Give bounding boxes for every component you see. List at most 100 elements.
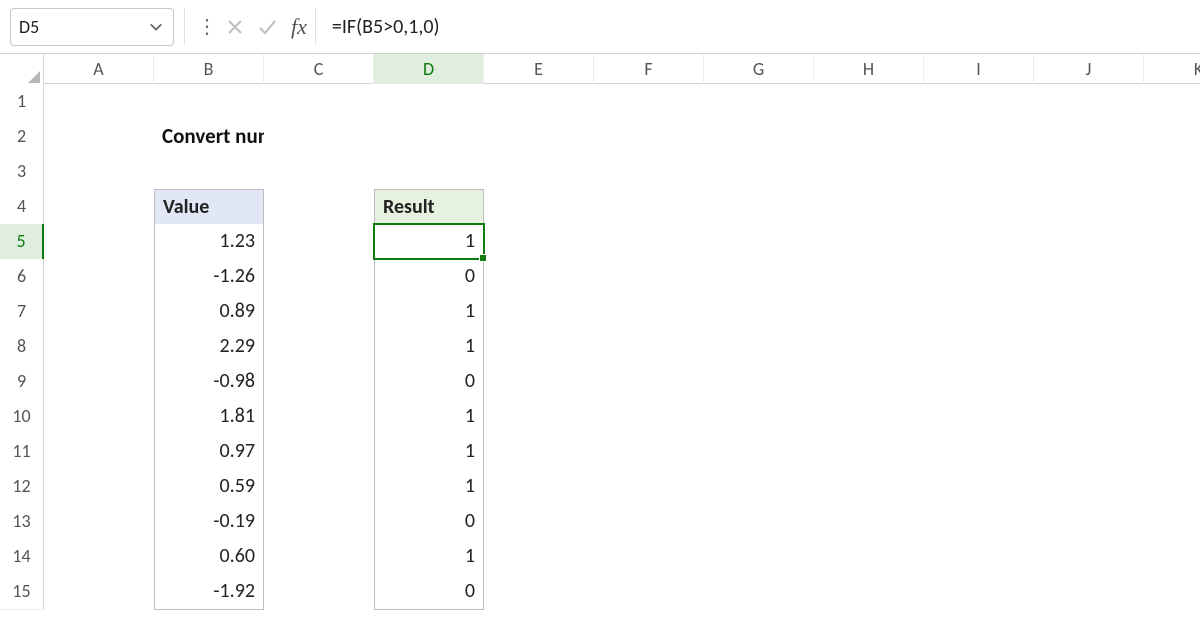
cell[interactable] [1144, 224, 1200, 260]
cell[interactable] [44, 469, 154, 505]
cell[interactable] [44, 259, 154, 295]
cell[interactable] [814, 364, 924, 400]
cell[interactable] [704, 469, 814, 505]
fx-button[interactable]: fx [283, 8, 316, 45]
cell[interactable] [704, 504, 814, 540]
result-cell[interactable]: 1 [374, 539, 484, 575]
cell[interactable] [1034, 259, 1144, 295]
cell[interactable] [44, 539, 154, 575]
cell[interactable] [484, 154, 594, 190]
value-cell[interactable]: 0.60 [154, 539, 264, 575]
row-header[interactable]: 13 [0, 504, 44, 540]
row-header[interactable]: 11 [0, 434, 44, 470]
cell[interactable] [814, 434, 924, 470]
cell[interactable] [264, 329, 374, 365]
cell[interactable] [594, 539, 704, 575]
col-header[interactable]: D [374, 54, 484, 86]
cell[interactable] [814, 574, 924, 610]
row-header[interactable]: 12 [0, 469, 44, 505]
cell[interactable] [484, 294, 594, 330]
cell[interactable] [1144, 504, 1200, 540]
row-header[interactable]: 14 [0, 539, 44, 575]
cell[interactable] [704, 154, 814, 190]
cell[interactable] [264, 364, 374, 400]
cell[interactable] [704, 364, 814, 400]
cell[interactable] [924, 119, 1034, 155]
name-box[interactable]: D5 [10, 8, 174, 46]
cell[interactable] [264, 294, 374, 330]
cell[interactable] [594, 189, 704, 226]
col-header[interactable]: F [594, 54, 704, 86]
col-header[interactable]: J [1034, 54, 1144, 86]
row-header[interactable]: 5 [0, 224, 44, 260]
cell[interactable] [814, 259, 924, 295]
cell[interactable] [594, 434, 704, 470]
cell[interactable] [264, 399, 374, 435]
cell[interactable] [924, 504, 1034, 540]
value-cell[interactable]: 2.29 [154, 329, 264, 365]
col-header[interactable]: K [1144, 54, 1200, 86]
value-cell[interactable]: 0.59 [154, 469, 264, 505]
value-cell[interactable]: -0.19 [154, 504, 264, 540]
cell[interactable] [44, 154, 154, 190]
cell[interactable] [1144, 84, 1200, 120]
cell[interactable] [1034, 574, 1144, 610]
cell[interactable] [44, 119, 154, 155]
cell[interactable] [1034, 154, 1144, 190]
col-header[interactable]: I [924, 54, 1034, 86]
cell[interactable] [594, 259, 704, 295]
cell[interactable] [594, 154, 704, 190]
cell[interactable] [264, 189, 374, 226]
cell[interactable] [594, 294, 704, 330]
cell[interactable] [704, 574, 814, 610]
result-cell[interactable]: 0 [374, 259, 484, 295]
cell[interactable] [594, 329, 704, 365]
cell[interactable] [484, 329, 594, 365]
cell[interactable] [484, 189, 594, 226]
cell[interactable] [924, 224, 1034, 260]
cell[interactable] [44, 504, 154, 540]
col-header[interactable]: B [154, 54, 264, 86]
cell[interactable] [704, 294, 814, 330]
cell[interactable] [704, 539, 814, 575]
cell[interactable] [484, 469, 594, 505]
cell[interactable] [1034, 119, 1144, 155]
spreadsheet-grid[interactable]: A B C D E F G H I J K 1 2 Convert number… [0, 54, 1200, 609]
cell[interactable] [594, 399, 704, 435]
value-cell[interactable]: -0.98 [154, 364, 264, 400]
cell[interactable] [924, 469, 1034, 505]
cell[interactable] [1034, 399, 1144, 435]
cell[interactable] [924, 574, 1034, 610]
result-cell[interactable]: 0 [374, 504, 484, 540]
result-cell[interactable]: 1 [374, 294, 484, 330]
cell[interactable] [814, 504, 924, 540]
cell[interactable] [1034, 294, 1144, 330]
value-header-cell[interactable]: Value [154, 189, 264, 226]
cell[interactable] [44, 434, 154, 470]
row-header[interactable]: 2 [0, 119, 44, 155]
row-header[interactable]: 1 [0, 84, 44, 120]
result-header-cell[interactable]: Result [374, 189, 484, 226]
cell[interactable] [1144, 189, 1200, 226]
col-header[interactable]: A [44, 54, 154, 86]
cell[interactable] [1144, 434, 1200, 470]
cell[interactable] [924, 154, 1034, 190]
cell[interactable] [924, 329, 1034, 365]
cell[interactable] [484, 259, 594, 295]
cell[interactable] [924, 364, 1034, 400]
row-header[interactable]: 4 [0, 189, 44, 226]
cell[interactable] [814, 154, 924, 190]
cell[interactable] [814, 189, 924, 226]
cell[interactable] [484, 539, 594, 575]
cell[interactable] [924, 294, 1034, 330]
col-header[interactable]: G [704, 54, 814, 86]
chevron-down-icon[interactable] [147, 18, 165, 36]
cell[interactable] [264, 434, 374, 470]
cell[interactable] [374, 119, 484, 155]
value-cell[interactable]: 0.89 [154, 294, 264, 330]
cell[interactable] [484, 399, 594, 435]
row-header[interactable]: 6 [0, 259, 44, 295]
cell[interactable] [374, 154, 484, 190]
cell[interactable] [594, 574, 704, 610]
cell[interactable] [1144, 294, 1200, 330]
